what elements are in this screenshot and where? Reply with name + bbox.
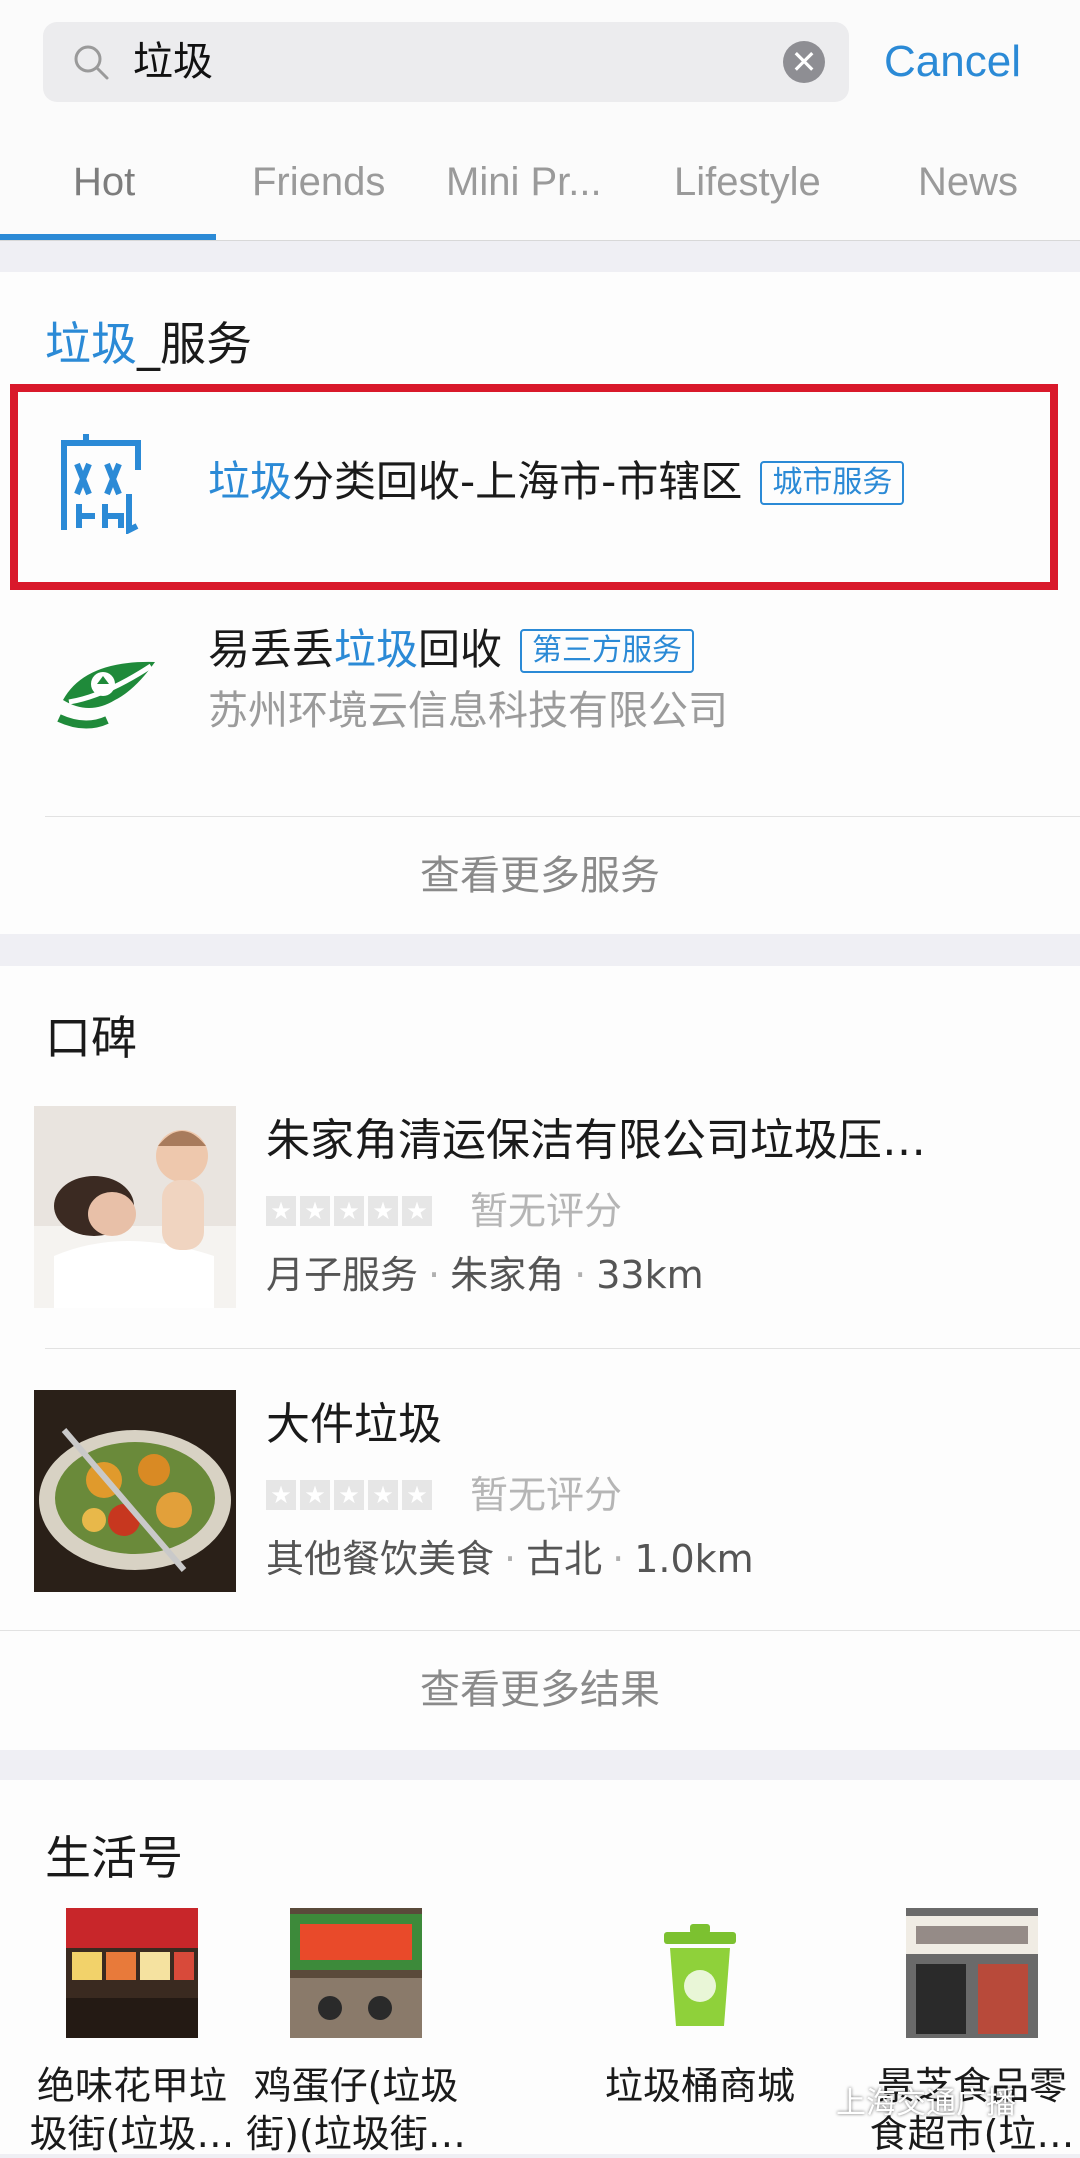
more-services-link[interactable]: 查看更多服务 xyxy=(0,848,1080,904)
highlight-frame xyxy=(10,384,1058,590)
life-account-name: 绝味花甲垃 圾街(垃圾… xyxy=(29,2064,235,2156)
tab-lifestyle[interactable]: Lifestyle xyxy=(674,156,821,208)
search-query: 垃圾 xyxy=(133,39,213,85)
koubei-item-meta: 其他餐饮美食 · 古北 · 1.0km xyxy=(266,1537,754,1581)
koubei-item[interactable]: 大件垃圾 ★ ★ ★ ★ ★ 暂无评分 其他餐饮美食 · 古北 · 1.0km xyxy=(0,1390,1080,1670)
star-icon: ★ xyxy=(300,1196,330,1226)
life-account-item[interactable]: 垃圾桶商城 xyxy=(590,1908,810,2110)
shop-photo xyxy=(906,1908,1038,2038)
rating-text: 暂无评分 xyxy=(470,1189,623,1233)
divider xyxy=(0,1630,1080,1631)
life-account-name: 垃圾桶商城 xyxy=(604,2064,795,2108)
divider xyxy=(45,1348,1080,1349)
life-account-item[interactable]: 鸡蛋仔(垃圾 街)(垃圾街… xyxy=(246,1908,466,2158)
star-icon: ★ xyxy=(368,1196,398,1226)
rating-text: 暂无评分 xyxy=(470,1473,623,1517)
services-section: 垃圾_服务 垃圾分类回收-上海市-市辖区 城市服务 易丢丢垃圾回收 第三方服务 苏州… xyxy=(0,272,1080,934)
star-icon: ★ xyxy=(402,1196,432,1226)
life-section-title: 生活号 xyxy=(45,1831,183,1885)
divider xyxy=(45,816,1080,817)
third-party-service-badge: 第三方服务 xyxy=(520,629,695,673)
koubei-item[interactable]: 朱家角清运保洁有限公司垃圾压… ★ ★ ★ ★ ★ 暂无评分 月子服务 · 朱家角 ·… xyxy=(0,1106,1080,1386)
search-input[interactable]: 垃圾 ✕ xyxy=(43,22,849,102)
service-item-yidiudiu[interactable]: 易丢丢垃圾回收 第三方服务 苏州环境云信息科技有限公司 xyxy=(0,600,1080,810)
trash-bin-icon xyxy=(634,1908,766,2038)
watermark: 上海交通广播 xyxy=(836,2086,1016,2121)
star-icon: ★ xyxy=(334,1480,364,1510)
tab-mini-programs[interactable]: Mini Pr... xyxy=(446,156,602,208)
category-tabs: Hot Friends Mini Pr... Lifestyle News xyxy=(0,124,1080,241)
star-icon: ★ xyxy=(266,1480,296,1510)
active-tab-indicator xyxy=(0,234,216,240)
star-icon: ★ xyxy=(300,1480,330,1510)
mother-baby-photo xyxy=(34,1106,236,1308)
tab-friends[interactable]: Friends xyxy=(252,156,385,208)
search-icon xyxy=(74,45,109,80)
star-icon: ★ xyxy=(266,1196,296,1226)
leaf-recycle-logo-icon xyxy=(57,661,155,729)
clear-icon[interactable]: ✕ xyxy=(783,41,825,83)
tab-hot[interactable]: Hot xyxy=(73,156,135,208)
shop-photo xyxy=(290,1908,422,2038)
star-icon: ★ xyxy=(368,1480,398,1510)
koubei-section: 口碑 朱家角清运保洁有限公司垃圾压… ★ ★ ★ ★ ★ 暂无评分 月子服务 · 朱… xyxy=(0,966,1080,1750)
shop-photo xyxy=(66,1908,198,2038)
rating-stars: ★ ★ ★ ★ ★ xyxy=(266,1480,432,1510)
koubei-section-title: 口碑 xyxy=(45,1011,137,1065)
life-account-name: 鸡蛋仔(垃圾 街)(垃圾街… xyxy=(246,2064,466,2156)
koubei-item-meta: 月子服务 · 朱家角 · 33km xyxy=(266,1253,704,1297)
cancel-button[interactable]: Cancel xyxy=(884,30,1021,94)
search-bar: 垃圾 ✕ Cancel xyxy=(0,0,1080,125)
koubei-item-title: 朱家角清运保洁有限公司垃圾压… xyxy=(266,1115,926,1166)
more-results-link[interactable]: 查看更多结果 xyxy=(0,1662,1080,1718)
services-section-title: 垃圾_服务 xyxy=(45,317,252,371)
star-icon: ★ xyxy=(334,1196,364,1226)
star-icon: ★ xyxy=(402,1480,432,1510)
tab-news[interactable]: News xyxy=(918,156,1018,208)
service-title: 易丢丢垃圾回收 第三方服务 xyxy=(208,622,695,678)
food-dish-photo xyxy=(34,1390,236,1592)
rating-stars: ★ ★ ★ ★ ★ xyxy=(266,1196,432,1226)
koubei-item-title: 大件垃圾 xyxy=(266,1399,442,1450)
service-provider: 苏州环境云信息科技有限公司 xyxy=(208,688,728,734)
life-account-item[interactable]: 绝味花甲垃 圾街(垃圾… xyxy=(22,1908,242,2158)
